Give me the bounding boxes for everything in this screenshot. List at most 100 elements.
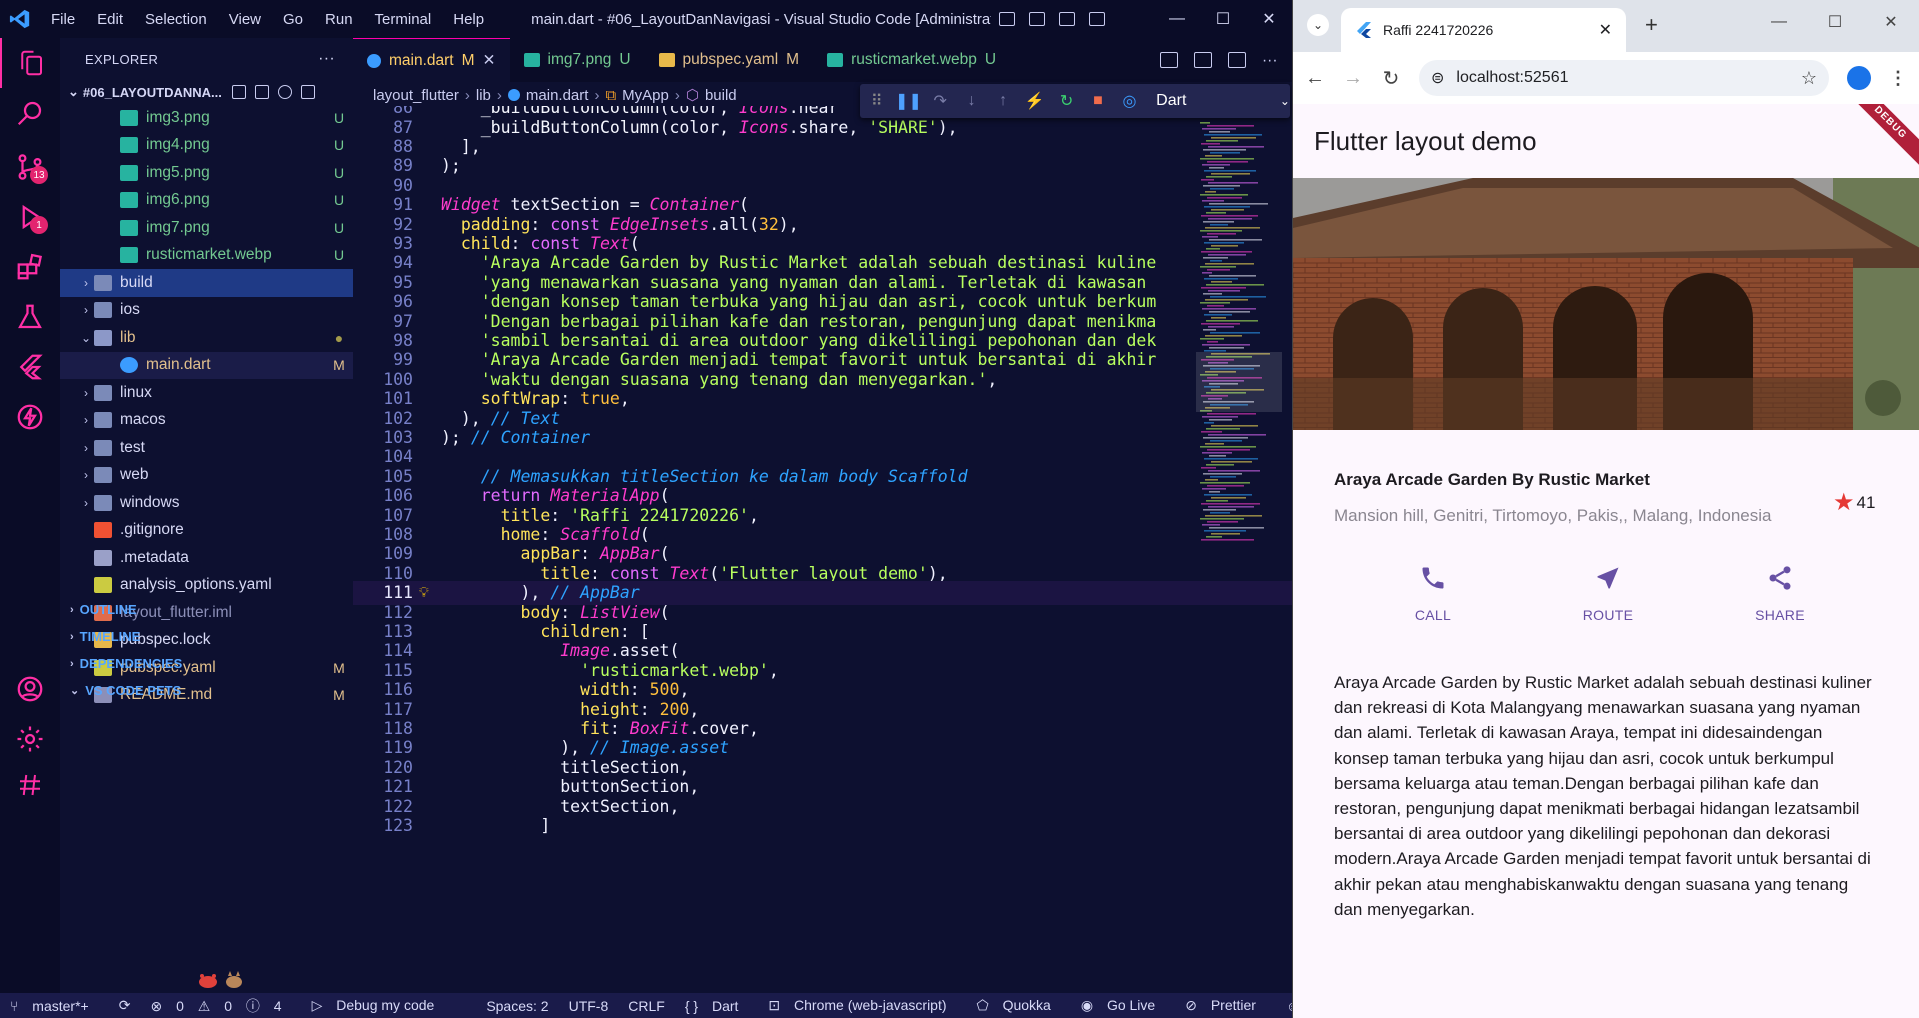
file-item[interactable]: img7.png U	[60, 214, 353, 242]
flutter-icon[interactable]	[0, 342, 60, 392]
file-item[interactable]: img3.png U	[60, 104, 353, 132]
folder-item[interactable]: ⌄ lib ●	[60, 324, 353, 352]
folder-item[interactable]: › test	[60, 434, 353, 462]
share-button[interactable]: SHARE	[1720, 564, 1840, 623]
breadcrumb-item[interactable]: build	[705, 87, 737, 104]
file-item[interactable]: .gitignore	[60, 517, 353, 545]
branch-status[interactable]: ⑂ master*+	[0, 998, 109, 1014]
code-editor[interactable]: 86 _buildButtonColumn(color, Icons.near 8…	[353, 106, 1292, 993]
tab-search-icon[interactable]: ⌄	[1307, 14, 1329, 36]
back-arrow-icon[interactable]: ←	[1305, 67, 1325, 90]
maximize-icon[interactable]: ☐	[1807, 0, 1863, 44]
new-folder-icon[interactable]	[254, 85, 269, 99]
menu-selection[interactable]: Selection	[134, 11, 218, 28]
breadcrumb-item[interactable]: MyApp	[622, 87, 669, 104]
source-control-icon[interactable]: 13	[0, 142, 60, 192]
new-tab-icon[interactable]: +	[1645, 12, 1658, 38]
toggle-panel-icon[interactable]	[1029, 12, 1046, 26]
explorer-icon[interactable]	[0, 38, 60, 88]
more-actions-icon[interactable]: ···	[1262, 52, 1280, 69]
forward-arrow-icon[interactable]: →	[1343, 67, 1363, 90]
step-out-icon[interactable]: ↑	[994, 92, 1011, 110]
toggle-sidebar-icon[interactable]	[999, 12, 1016, 26]
new-file-icon[interactable]	[231, 85, 246, 99]
search-icon[interactable]	[0, 88, 60, 138]
tab-main-dart[interactable]: main.dart M ✕	[353, 38, 510, 82]
bookmark-star-icon[interactable]: ☆	[1801, 68, 1817, 89]
reload-icon[interactable]: ↻	[1381, 66, 1401, 91]
breadcrumb-item[interactable]: layout_flutter	[373, 87, 459, 104]
section-outline[interactable]: › OUTLINE	[60, 596, 353, 623]
sync-icon[interactable]: ⟳	[109, 997, 141, 1014]
menu-edit[interactable]: Edit	[86, 11, 134, 28]
refresh-icon[interactable]	[277, 85, 292, 99]
browser-menu-icon[interactable]: ⋮	[1889, 68, 1907, 89]
project-root[interactable]: ⌄ #06_LAYOUTDANNA...	[60, 80, 353, 104]
close-icon[interactable]: ✕	[1863, 0, 1919, 44]
golive-status[interactable]: ◉ Go Live	[1071, 997, 1175, 1014]
folder-item[interactable]: › ios	[60, 297, 353, 325]
file-item[interactable]: main.dart M	[60, 351, 353, 379]
file-item[interactable]: img5.png U	[60, 159, 353, 187]
close-tab-icon[interactable]: ✕	[483, 51, 496, 70]
menu-help[interactable]: Help	[442, 11, 495, 28]
hash-icon[interactable]	[0, 760, 60, 810]
problems-status[interactable]: ⊗ 0 ⚠ 0 ⓘ 4	[140, 996, 301, 1016]
address-bar[interactable]: ⊜ localhost:52561 ☆	[1419, 60, 1829, 96]
section-dependencies[interactable]: › DEPENDENCIES	[60, 650, 353, 677]
debug-target-select[interactable]: Dart ⌄	[1156, 92, 1290, 110]
customize-layout-icon[interactable]	[1089, 12, 1106, 26]
minimize-icon[interactable]: —	[1154, 0, 1200, 38]
code-line[interactable]: 123 ]	[353, 814, 1292, 838]
menu-view[interactable]: View	[218, 11, 272, 28]
quokka-status[interactable]: ⬠ Quokka	[967, 997, 1071, 1014]
run-file-icon[interactable]	[1160, 52, 1178, 68]
settings-gear-icon[interactable]	[0, 714, 60, 764]
devtools-icon[interactable]: ◎	[1121, 92, 1138, 110]
debug-status[interactable]: ▷ Debug my code	[302, 997, 455, 1014]
device-status[interactable]: ⊡ Chrome (web-javascript)	[758, 997, 966, 1014]
folder-item[interactable]: › linux	[60, 379, 353, 407]
prettier-status[interactable]: ⊘ Prettier	[1175, 997, 1276, 1014]
minimap[interactable]	[1196, 122, 1282, 542]
drag-handle-icon[interactable]: ⠿	[868, 92, 885, 110]
folder-item[interactable]: › macos	[60, 407, 353, 435]
close-tab-icon[interactable]: ✕	[1599, 20, 1612, 40]
pause-icon[interactable]: ❚❚	[895, 92, 922, 110]
thunder-client-icon[interactable]	[0, 392, 60, 442]
step-over-icon[interactable]: ↷	[931, 92, 948, 110]
site-info-icon[interactable]: ⊜	[1431, 68, 1444, 88]
file-item[interactable]: .metadata	[60, 544, 353, 572]
route-button[interactable]: ROUTE	[1548, 564, 1668, 623]
breadcrumb-item[interactable]: lib	[476, 87, 491, 104]
eol-status[interactable]: CRLF	[618, 998, 675, 1014]
menu-go[interactable]: Go	[272, 11, 314, 28]
file-item[interactable]: analysis_options.yaml	[60, 572, 353, 600]
hot-reload-icon[interactable]: ⚡	[1025, 92, 1045, 110]
browser-tab[interactable]: Raffi 2241720226 ✕	[1341, 8, 1626, 52]
tab-rusticmarket-webp[interactable]: rusticmarket.webp U	[813, 38, 1010, 82]
tab-pubspec-yaml[interactable]: pubspec.yaml M	[645, 38, 814, 82]
language-status[interactable]: { } Dart	[675, 998, 759, 1014]
maximize-icon[interactable]: ☐	[1200, 0, 1246, 38]
folder-item[interactable]: › windows	[60, 489, 353, 517]
step-into-icon[interactable]: ↓	[963, 92, 980, 110]
collapse-all-icon[interactable]	[300, 85, 315, 99]
encoding-status[interactable]: UTF-8	[559, 998, 619, 1014]
folder-item[interactable]: › web	[60, 462, 353, 490]
split-editor-icon[interactable]	[1228, 52, 1246, 68]
folder-item[interactable]: › build	[60, 269, 353, 297]
menu-run[interactable]: Run	[314, 11, 364, 28]
file-item[interactable]: img6.png U	[60, 187, 353, 215]
close-icon[interactable]: ✕	[1246, 0, 1292, 38]
testing-icon[interactable]	[0, 292, 60, 342]
file-item[interactable]: img4.png U	[60, 132, 353, 160]
minimize-icon[interactable]: —	[1751, 0, 1807, 44]
open-changes-icon[interactable]	[1194, 52, 1212, 68]
section-timeline[interactable]: › TIMELINE	[60, 623, 353, 650]
restart-icon[interactable]: ↻	[1058, 92, 1075, 110]
file-item[interactable]: rusticmarket.webp U	[60, 242, 353, 270]
accounts-icon[interactable]	[0, 664, 60, 714]
lightbulb-icon[interactable]: 💡︎	[419, 585, 429, 601]
extensions-icon[interactable]	[0, 242, 60, 292]
